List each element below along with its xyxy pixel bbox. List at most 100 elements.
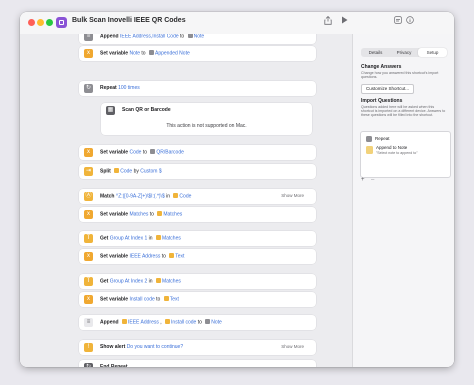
variable-chip-icon: [114, 168, 120, 173]
variable-chip-icon: [169, 253, 175, 258]
question-item-prompt: "Select note to append to": [376, 151, 418, 155]
import-questions-heading: Import Questions: [361, 98, 403, 104]
action-row: Append IEEE Address,Install Code to Note: [100, 34, 204, 41]
parameter-text: to: [197, 319, 202, 326]
show-more-button[interactable]: Show More: [281, 344, 304, 349]
sidebar-tabs: Details Privacy Setup: [361, 48, 447, 57]
minimize-button[interactable]: [37, 19, 44, 26]
import-questions-description: Questions added here will be asked when …: [361, 105, 446, 118]
action-keyword: Append: [100, 34, 119, 40]
parameter-token[interactable]: 2: [144, 279, 147, 285]
action-keyword: Set variable: [100, 296, 129, 303]
parameter-text: in: [148, 235, 153, 242]
parameter-token[interactable]: Note: [194, 34, 205, 40]
action-row: Repeat 100 times: [100, 85, 140, 92]
action-row: End Repeat: [100, 364, 128, 367]
parameter-token[interactable]: QR/Barcode: [156, 150, 184, 156]
parameter-token[interactable]: Text: [175, 254, 184, 260]
set-variable-action[interactable]: x Set variable IEEE Address to Text: [79, 249, 316, 264]
action-keyword: Get: [100, 278, 109, 285]
action-keyword: Get: [100, 235, 109, 242]
parameter-token[interactable]: Matches: [163, 212, 182, 218]
parameter-text: in: [148, 278, 153, 285]
remove-question-button[interactable]: –: [371, 177, 374, 183]
change-answers-description: Change how you answered this shortcut's …: [361, 71, 439, 80]
repeat-action[interactable]: ↻ Repeat 100 times: [79, 81, 316, 96]
get-group-action[interactable]: T Get Group At Index 2 in Matches: [79, 274, 316, 289]
parameter-token[interactable]: Appended Note: [155, 51, 190, 57]
action-row: Split Code by Custom $: [100, 168, 162, 176]
append-action[interactable]: ≡ Append IEEE Address,Install Code to Not…: [79, 34, 316, 44]
title-bar: Bulk Scan Inovelli IEEE QR Codes: [20, 12, 454, 35]
parameter-token[interactable]: 100 times: [118, 85, 140, 91]
parameter-token[interactable]: Note: [129, 51, 140, 57]
variable-chip-icon: [173, 193, 179, 198]
setup-sidebar: Details Privacy Setup Change Answers Cha…: [352, 34, 454, 367]
variable-chip-icon: [148, 50, 154, 55]
info-icon[interactable]: [404, 16, 416, 28]
variable-chip-icon: [155, 235, 161, 240]
set-variable-action[interactable]: x Set variable Install code to Text: [79, 292, 316, 307]
parameter-token[interactable]: Code: [120, 169, 132, 175]
parameter-token[interactable]: IEEE Address,Install Code: [120, 34, 179, 40]
parameter-token[interactable]: Matches: [162, 279, 181, 285]
parameter-token[interactable]: IEEE Address: [128, 320, 159, 326]
parameter-token[interactable]: Group At Index: [110, 236, 143, 242]
append-action[interactable]: ≡ Append IEEE Address , Install code to N…: [79, 315, 316, 330]
scan-action[interactable]: ▦ Scan QR or Barcode This action is not su…: [101, 103, 312, 135]
parameter-token[interactable]: Text: [170, 297, 179, 303]
tab-setup[interactable]: Setup: [418, 48, 447, 57]
match-action[interactable]: Ⓐ Match ^Z:([0-9A-Z]+)\$I:(.*)\$ in Code S…: [79, 189, 316, 204]
parameter-token[interactable]: 1: [144, 236, 147, 242]
shortcut-icon[interactable]: [56, 17, 67, 28]
parameter-token[interactable]: Install code: [129, 297, 154, 303]
set-variable-action[interactable]: x Set variable Code to QR/Barcode: [79, 145, 316, 160]
variable-chip-icon: [187, 34, 193, 38]
split-action[interactable]: ⇥ Split Code by Custom $: [79, 164, 316, 179]
action-row: Set variable Note to Appended Note: [100, 50, 190, 58]
alert-action[interactable]: ! Show alert Do you want to continue? Show…: [79, 340, 316, 355]
action-keyword: Set variable: [100, 253, 129, 260]
parameter-token[interactable]: Note: [211, 320, 222, 326]
show-more-button[interactable]: Show More: [281, 193, 304, 198]
action-keyword: Set variable: [100, 211, 129, 218]
change-answers-heading: Change Answers: [361, 64, 402, 70]
parameter-token[interactable]: $: [159, 169, 162, 175]
action-row: Show alert Do you want to continue?: [100, 344, 183, 351]
library-icon[interactable]: [392, 16, 404, 28]
end-repeat-action[interactable]: ↻ End Repeat: [79, 360, 316, 367]
action-keyword: Set variable: [100, 50, 129, 57]
variable-icon: x: [84, 148, 93, 157]
customize-shortcut-button[interactable]: Customize Shortcut...: [361, 84, 415, 94]
add-question-button[interactable]: +: [361, 177, 365, 183]
play-icon[interactable]: [338, 16, 350, 28]
parameter-token[interactable]: Matches: [162, 236, 181, 242]
zoom-button[interactable]: [46, 19, 53, 26]
parameter-token[interactable]: Install code: [171, 320, 196, 326]
parameter-token[interactable]: IEEE Address: [129, 254, 160, 260]
parameter-token[interactable]: Code: [129, 150, 141, 156]
note-icon: [366, 146, 373, 154]
set-variable-action[interactable]: x Set variable Note to Appended Note: [79, 46, 316, 61]
parameter-text: to: [142, 149, 147, 156]
action-keyword: End Repeat: [100, 364, 128, 367]
variable-chip-icon: [163, 296, 169, 301]
tab-details[interactable]: Details: [361, 48, 390, 57]
share-icon[interactable]: [322, 15, 334, 28]
question-item-title[interactable]: Append to Note: [376, 145, 407, 150]
action-keyword: Set variable: [100, 149, 129, 156]
unsupported-note: This action is not supported on Mac.: [166, 123, 247, 129]
parameter-token[interactable]: Code: [179, 194, 191, 200]
parameter-token[interactable]: Group At Index: [110, 279, 143, 285]
parameter-token[interactable]: Matches: [129, 212, 148, 218]
variable-icon: x: [84, 210, 93, 219]
tab-privacy[interactable]: Privacy: [390, 48, 418, 57]
variable-icon: x: [84, 252, 93, 261]
parameter-token[interactable]: ^Z:([0-9A-Z]+)\$I:(.*)\$: [116, 194, 165, 200]
variable-chip-icon: [165, 319, 171, 324]
parameter-token[interactable]: Custom: [140, 169, 157, 175]
close-button[interactable]: [28, 19, 35, 26]
parameter-token[interactable]: Do you want to continue?: [127, 344, 183, 350]
set-variable-action[interactable]: x Set variable Matches to Matches: [79, 207, 316, 222]
get-group-action[interactable]: T Get Group At Index 1 in Matches: [79, 231, 316, 246]
